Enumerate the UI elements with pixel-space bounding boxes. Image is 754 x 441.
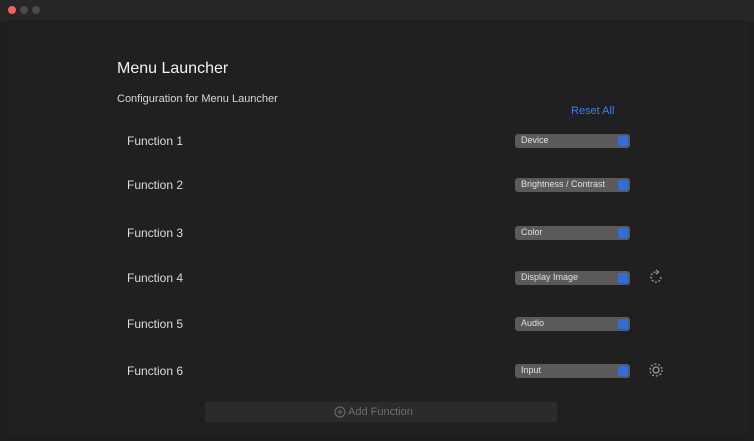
- function-4-select[interactable]: Display Image: [515, 271, 630, 285]
- chevron-updown-icon: [618, 366, 628, 376]
- chevron-updown-icon: [618, 136, 628, 146]
- plus-circle-icon: [334, 406, 346, 418]
- function-row-4: Function 4 Display Image: [0, 266, 754, 290]
- function-row-6: Function 6 Input: [0, 359, 754, 383]
- function-label: Function 4: [127, 271, 184, 285]
- select-value: Brightness / Contrast: [521, 179, 606, 189]
- function-label: Function 1: [127, 134, 184, 148]
- function-label: Function 2: [127, 178, 184, 192]
- function-row-3: Function 3 Color: [0, 221, 754, 245]
- select-value: Device: [521, 135, 549, 145]
- select-value: Audio: [521, 318, 545, 328]
- reset-all-link[interactable]: Reset All: [571, 105, 614, 117]
- select-value: Color: [521, 227, 543, 237]
- function-label: Function 6: [127, 364, 184, 378]
- function-row-5: Function 5 Audio: [0, 312, 754, 336]
- refresh-icon[interactable]: [648, 269, 664, 285]
- page-title: Menu Launcher: [117, 60, 229, 77]
- minimize-window-button[interactable]: [20, 6, 28, 14]
- maximize-window-button[interactable]: [32, 6, 40, 14]
- function-5-select[interactable]: Audio: [515, 317, 630, 331]
- chevron-updown-icon: [618, 273, 628, 283]
- add-function-button[interactable]: Add Function: [205, 402, 557, 422]
- add-function-label: Add Function: [348, 406, 413, 418]
- function-row-2: Function 2 Brightness / Contrast: [0, 173, 754, 197]
- select-value: Display Image: [521, 272, 579, 282]
- function-3-select[interactable]: Color: [515, 226, 630, 240]
- select-value: Input: [521, 365, 542, 375]
- function-6-select[interactable]: Input: [515, 364, 630, 378]
- page-subtitle: Configuration for Menu Launcher: [117, 93, 278, 105]
- function-2-select[interactable]: Brightness / Contrast: [515, 178, 630, 192]
- chevron-updown-icon: [618, 180, 628, 190]
- function-1-select[interactable]: Device: [515, 134, 630, 148]
- function-row-1: Function 1 Device: [0, 129, 754, 153]
- chevron-updown-icon: [618, 319, 628, 329]
- window-titlebar: [0, 0, 754, 22]
- chevron-updown-icon: [618, 228, 628, 238]
- function-label: Function 5: [127, 317, 184, 331]
- settings-icon[interactable]: [648, 362, 664, 378]
- close-window-button[interactable]: [8, 6, 16, 14]
- function-label: Function 3: [127, 226, 184, 240]
